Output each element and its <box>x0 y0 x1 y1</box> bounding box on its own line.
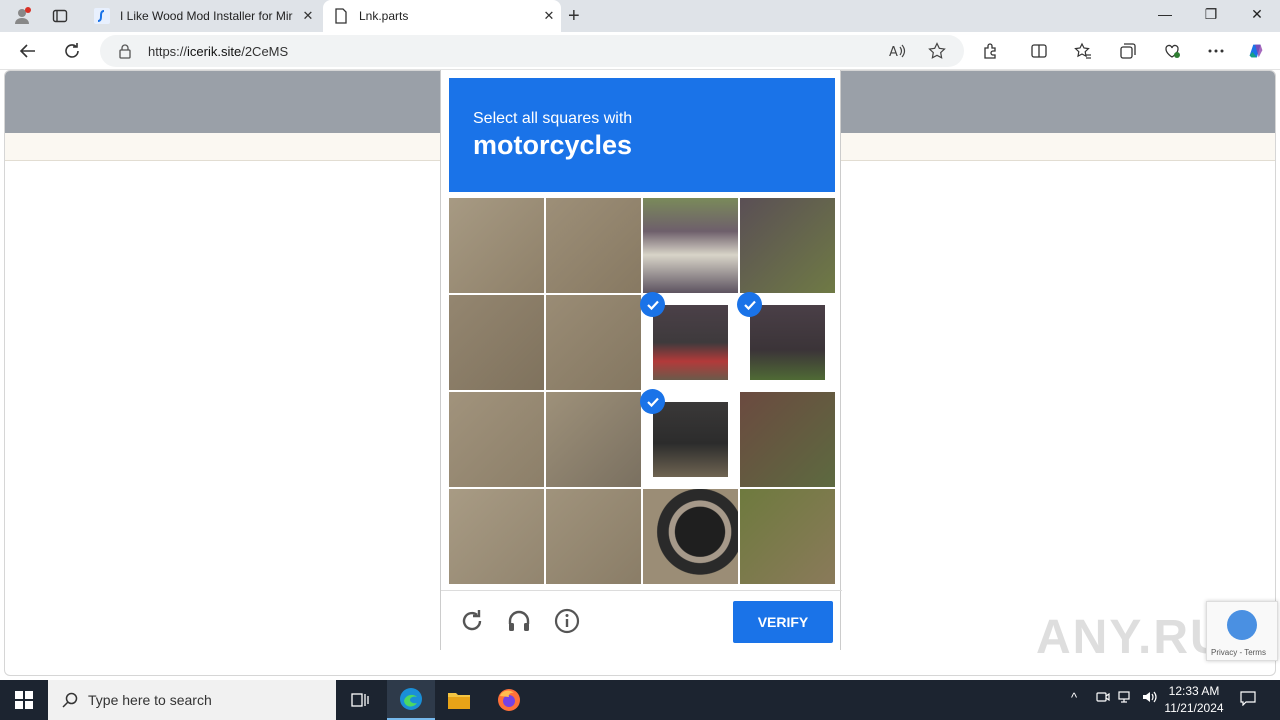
audio-challenge-icon[interactable] <box>505 607 533 635</box>
captcha-tile[interactable] <box>546 489 641 584</box>
captcha-tile[interactable] <box>546 198 641 293</box>
recaptcha-terms: Privacy - Terms <box>1211 648 1266 657</box>
captcha-tile-image <box>546 392 641 487</box>
captcha-tile-image <box>449 489 544 584</box>
close-window-button[interactable]: ✕ <box>1234 6 1280 23</box>
recaptcha-badge[interactable]: Privacy - Terms <box>1206 601 1278 661</box>
reload-challenge-icon[interactable] <box>458 607 486 635</box>
captcha-tile[interactable] <box>546 295 641 390</box>
captcha-tile[interactable] <box>546 392 641 487</box>
collections-icon[interactable] <box>1118 41 1138 61</box>
captcha-footer: VERIFY <box>441 590 842 650</box>
page-icon <box>333 8 349 24</box>
volume-icon[interactable] <box>1142 690 1158 707</box>
browser-toolbar: https://icerik.site/2CeMS A <box>0 32 1280 70</box>
captcha-tile[interactable] <box>643 489 738 584</box>
notifications-icon[interactable] <box>1240 690 1256 709</box>
svg-text:A: A <box>889 45 898 60</box>
captcha-tile[interactable] <box>643 198 738 293</box>
site-favicon-icon <box>94 8 110 24</box>
system-clock[interactable]: 12:33 AM 11/21/2024 <box>1160 683 1228 717</box>
captcha-instruction-header: Select all squares with motorcycles <box>449 78 835 192</box>
close-tab-icon[interactable]: ✕ <box>296 8 320 24</box>
start-button[interactable] <box>0 680 48 720</box>
favorite-star-icon[interactable] <box>928 42 946 60</box>
close-tab-icon[interactable]: ✕ <box>537 8 561 24</box>
captcha-tile-image <box>449 392 544 487</box>
firefox-icon[interactable] <box>485 680 533 720</box>
taskbar-search-box[interactable]: Type here to search <box>48 680 336 720</box>
windows-logo-icon <box>15 691 33 709</box>
meet-now-icon[interactable] <box>1096 690 1110 707</box>
captcha-tile-image <box>740 392 835 487</box>
clock-time: 12:33 AM <box>1168 684 1220 698</box>
task-view-icon[interactable] <box>336 680 384 720</box>
url-path: /2CeMS <box>241 44 289 59</box>
tab-title: I Like Wood Mod Installer for Mir <box>120 9 293 23</box>
tab-mod-installer[interactable]: I Like Wood Mod Installer for Mir ✕ <box>84 0 320 32</box>
windows-taskbar: Type here to search ^ 12:33 AM 11/21/202… <box>0 680 1280 720</box>
extensions-icon[interactable] <box>981 41 1001 61</box>
minimize-button[interactable]: — <box>1142 6 1188 22</box>
favorites-icon[interactable] <box>1073 41 1093 61</box>
captcha-challenge: Select all squares with motorcycles VERI… <box>440 70 842 650</box>
clock-date: 11/21/2024 <box>1164 701 1224 715</box>
captcha-tile-image <box>740 198 835 293</box>
checkmark-icon <box>737 292 762 317</box>
search-icon <box>62 692 78 708</box>
url-scheme: https:// <box>148 44 188 59</box>
captcha-instruction: Select all squares with <box>473 110 633 127</box>
captcha-tile[interactable] <box>449 295 544 390</box>
new-tab-button[interactable]: + <box>568 5 580 28</box>
address-bar[interactable]: https://icerik.site/2CeMS A <box>100 35 964 67</box>
captcha-tile-image <box>449 295 544 390</box>
refresh-button[interactable] <box>61 40 83 62</box>
captcha-tile[interactable] <box>740 198 835 293</box>
captcha-tile-image <box>546 295 641 390</box>
copilot-icon[interactable] <box>1246 41 1266 61</box>
checkmark-icon <box>640 292 665 317</box>
captcha-tile-image <box>643 489 738 584</box>
captcha-tile-image <box>643 198 738 293</box>
read-aloud-icon[interactable]: A <box>888 42 906 60</box>
captcha-tile[interactable] <box>740 392 835 487</box>
tab-actions-icon[interactable] <box>50 6 70 26</box>
restore-button[interactable]: ❐ <box>1188 6 1234 23</box>
split-screen-icon[interactable] <box>1029 41 1049 61</box>
browser-tab-strip: I Like Wood Mod Installer for Mir ✕ Lnk.… <box>0 0 1280 32</box>
captcha-target: motorcycles <box>473 130 633 160</box>
profile-icon[interactable] <box>12 6 32 26</box>
url-host: icerik.site <box>187 44 242 59</box>
captcha-tile-image <box>653 402 728 477</box>
captcha-tile[interactable] <box>740 489 835 584</box>
tab-title: Lnk.parts <box>359 9 409 23</box>
captcha-tile[interactable] <box>449 392 544 487</box>
back-button[interactable] <box>17 40 39 62</box>
edge-taskbar-icon[interactable] <box>387 680 435 720</box>
captcha-image-grid <box>449 198 835 584</box>
browser-essentials-icon[interactable] <box>1162 41 1182 61</box>
captcha-tile-image <box>546 198 641 293</box>
captcha-tile-image <box>546 489 641 584</box>
checkmark-icon <box>640 389 665 414</box>
more-menu-icon[interactable] <box>1206 41 1226 61</box>
url-text[interactable]: https://icerik.site/2CeMS <box>148 44 288 59</box>
captcha-tile-image <box>740 489 835 584</box>
search-placeholder: Type here to search <box>88 692 212 708</box>
captcha-tile[interactable] <box>449 489 544 584</box>
captcha-tile-image <box>750 305 825 380</box>
verify-button[interactable]: VERIFY <box>733 601 833 643</box>
captcha-tile-image <box>653 305 728 380</box>
tab-lnk-parts[interactable]: Lnk.parts ✕ <box>323 0 561 32</box>
captcha-tile[interactable] <box>449 198 544 293</box>
recaptcha-logo-icon <box>1227 610 1257 640</box>
lock-icon[interactable] <box>118 43 132 64</box>
show-hidden-icons-icon[interactable]: ^ <box>1071 690 1077 705</box>
captcha-tile-image <box>449 198 544 293</box>
info-icon[interactable] <box>553 607 581 635</box>
file-explorer-icon[interactable] <box>435 680 483 720</box>
network-icon[interactable] <box>1118 690 1134 707</box>
